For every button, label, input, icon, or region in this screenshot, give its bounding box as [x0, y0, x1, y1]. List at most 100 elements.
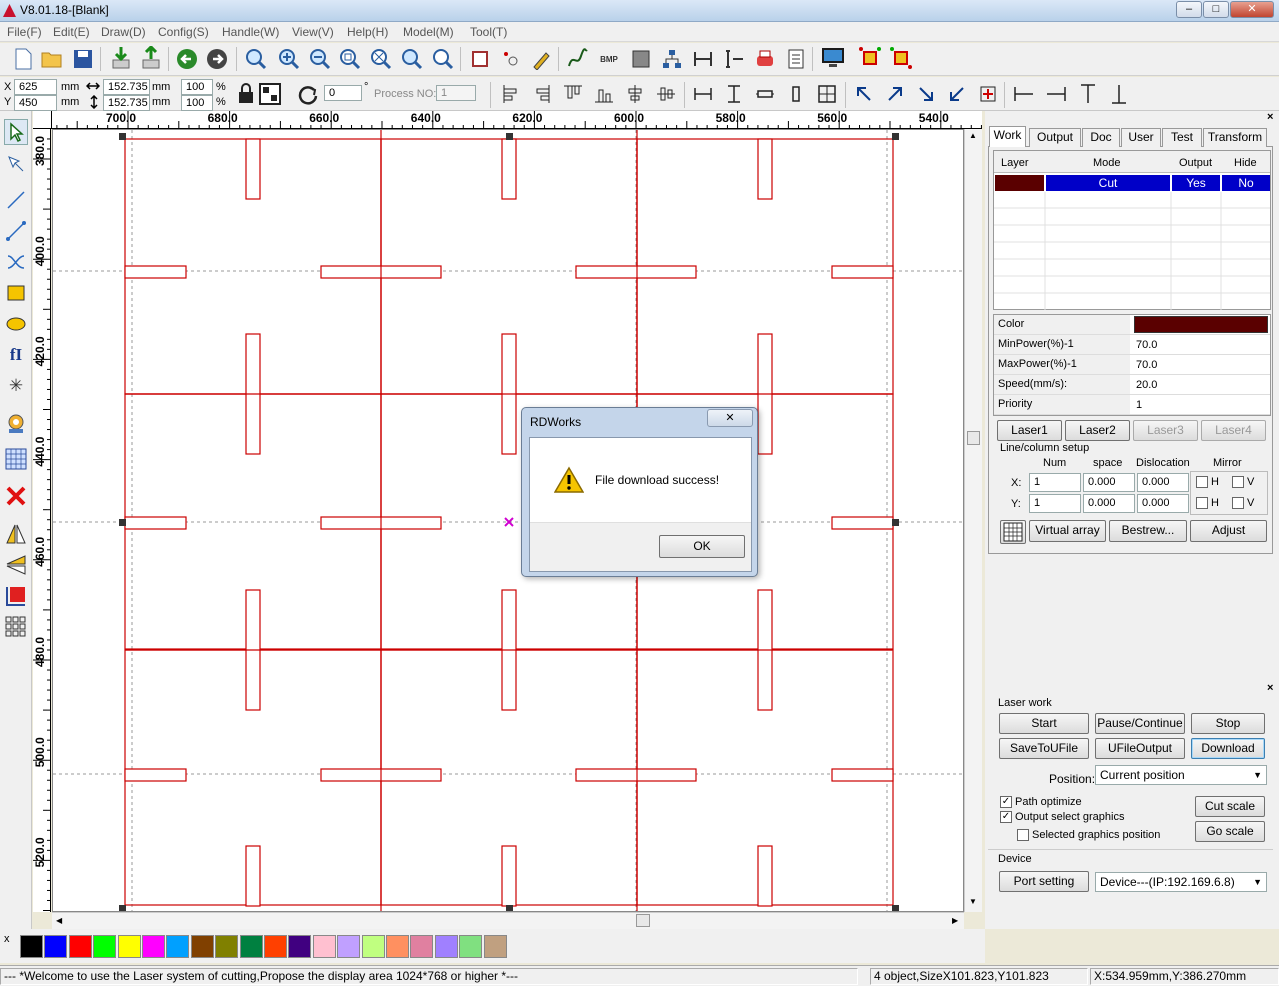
- palette-swatch[interactable]: [483, 935, 507, 958]
- minimize-button[interactable]: –: [1176, 1, 1202, 18]
- scroll-up-icon[interactable]: ▲: [969, 131, 977, 140]
- table-row[interactable]: Cut Yes No: [994, 175, 1270, 192]
- array-y-dislocation[interactable]: 0.000: [1137, 494, 1189, 513]
- arrow-bottom-right-icon[interactable]: [916, 84, 936, 104]
- tab-doc[interactable]: Doc: [1082, 128, 1120, 147]
- ellipse-icon[interactable]: [6, 314, 26, 334]
- menu-help[interactable]: Help(H): [347, 25, 388, 39]
- selection-handle[interactable]: [506, 905, 513, 912]
- origin-reset-icon[interactable]: [889, 46, 913, 70]
- zoom-pan-icon[interactable]: [245, 48, 267, 70]
- download-button[interactable]: Download: [1191, 738, 1265, 759]
- same-size-icon[interactable]: [817, 84, 837, 104]
- array-preview-button[interactable]: [1000, 520, 1026, 544]
- cut-tab[interactable]: [124, 265, 187, 279]
- cut-slot[interactable]: [245, 845, 261, 907]
- drawing-canvas[interactable]: [52, 129, 964, 912]
- rotate-icon[interactable]: [297, 83, 319, 105]
- param-color-swatch[interactable]: [1134, 316, 1268, 333]
- arrow-bottom-left-icon[interactable]: [947, 84, 967, 104]
- select-arrow-icon[interactable]: [7, 122, 25, 142]
- vertical-scrollbar[interactable]: ▲ ▼: [964, 129, 982, 912]
- param-value[interactable]: 20.0: [1134, 376, 1268, 393]
- array-x-dislocation[interactable]: 0.000: [1137, 473, 1189, 492]
- align-grid-icon[interactable]: [259, 83, 281, 105]
- line-icon[interactable]: [6, 190, 26, 210]
- cut-paths[interactable]: [53, 130, 964, 912]
- selection-handle[interactable]: [119, 133, 126, 140]
- fill-rect-icon[interactable]: [630, 48, 652, 70]
- start-button[interactable]: Start: [999, 713, 1089, 734]
- laserwork-close-icon[interactable]: ×: [1267, 682, 1273, 694]
- save-to-ufile-button[interactable]: SaveToUFile: [999, 738, 1089, 759]
- menu-draw[interactable]: Draw(D): [101, 25, 146, 39]
- selected-position-checkbox[interactable]: [1017, 829, 1029, 841]
- maximize-button[interactable]: □: [1203, 1, 1229, 18]
- menu-edit[interactable]: Edit(E): [53, 25, 90, 39]
- cut-tab[interactable]: [831, 516, 894, 530]
- mirror-x-v-checkbox[interactable]: [1232, 476, 1244, 488]
- import-icon[interactable]: [110, 46, 132, 70]
- tab-transform[interactable]: Transform: [1203, 128, 1267, 147]
- mirror-y-h-checkbox[interactable]: [1196, 497, 1208, 509]
- align-bottom-icon[interactable]: [594, 84, 614, 104]
- y-position-field[interactable]: 450: [14, 95, 57, 111]
- scroll-right-icon[interactable]: ▶: [952, 916, 958, 925]
- cut-tab[interactable]: [124, 516, 187, 530]
- open-folder-icon[interactable]: [41, 49, 63, 69]
- port-setting-button[interactable]: Port setting: [999, 871, 1089, 892]
- text-tool-icon[interactable]: fI: [4, 342, 28, 368]
- scale-x-field[interactable]: 100: [181, 79, 213, 95]
- zoom-select-icon[interactable]: [370, 48, 392, 70]
- palette-swatch[interactable]: [264, 935, 287, 958]
- selection-handle[interactable]: [892, 519, 899, 526]
- param-value[interactable]: 70.0: [1134, 336, 1268, 353]
- selection-handle[interactable]: [119, 905, 126, 912]
- height-field[interactable]: 152.735: [103, 95, 150, 111]
- h-distribute-icon[interactable]: [755, 84, 775, 104]
- curve-draw-icon[interactable]: [6, 252, 26, 272]
- mirror-h-icon[interactable]: [5, 523, 27, 545]
- tab-user[interactable]: User: [1121, 128, 1161, 147]
- ufile-output-button[interactable]: UFileOutput: [1095, 738, 1185, 759]
- save-icon[interactable]: [72, 48, 94, 70]
- palette-swatch[interactable]: [93, 935, 117, 958]
- redo-icon[interactable]: [206, 48, 228, 70]
- array-y-num[interactable]: 1: [1029, 494, 1081, 513]
- palette-swatch[interactable]: [434, 935, 458, 958]
- monitor-icon[interactable]: [821, 46, 845, 70]
- menu-file[interactable]: File(F): [7, 25, 42, 39]
- brush-icon[interactable]: [531, 48, 553, 70]
- cut-tab[interactable]: [831, 265, 894, 279]
- width-field[interactable]: 152.735: [103, 79, 150, 95]
- cut-tab[interactable]: [831, 768, 894, 782]
- palette-swatch[interactable]: [312, 935, 336, 958]
- scroll-left-icon[interactable]: ◀: [56, 916, 62, 925]
- layer-color-icon[interactable]: [5, 585, 27, 607]
- cut-slot[interactable]: [501, 845, 517, 907]
- zoom-out-icon[interactable]: [309, 48, 331, 70]
- curve-icon[interactable]: [567, 48, 589, 70]
- center-icon[interactable]: [978, 84, 998, 104]
- laser4-button[interactable]: Laser4: [1201, 420, 1266, 441]
- layer-mode[interactable]: Cut: [1046, 175, 1170, 191]
- palette-swatch[interactable]: [190, 935, 214, 958]
- palette-swatch[interactable]: [337, 935, 361, 958]
- palette-swatch[interactable]: [68, 935, 92, 958]
- align-vcenter-icon[interactable]: [656, 84, 676, 104]
- laser2-button[interactable]: Laser2: [1065, 420, 1130, 441]
- array-x-num[interactable]: 1: [1029, 473, 1081, 492]
- palette-swatch[interactable]: [44, 935, 68, 958]
- path-optimize-checkbox[interactable]: ✓: [1000, 796, 1012, 808]
- node-tree-icon[interactable]: [661, 48, 683, 70]
- polyline-icon[interactable]: [6, 221, 26, 241]
- scale-y-field[interactable]: 100: [181, 95, 213, 111]
- zoom-page-icon[interactable]: [339, 48, 361, 70]
- array-x-space[interactable]: 0.000: [1083, 473, 1135, 492]
- selection-handle[interactable]: [119, 519, 126, 526]
- selection-handle[interactable]: [892, 133, 899, 140]
- camera-icon[interactable]: [5, 413, 27, 435]
- param-value[interactable]: 1: [1134, 396, 1268, 413]
- array-y-space[interactable]: 0.000: [1083, 494, 1135, 513]
- palette-swatch[interactable]: [117, 935, 141, 958]
